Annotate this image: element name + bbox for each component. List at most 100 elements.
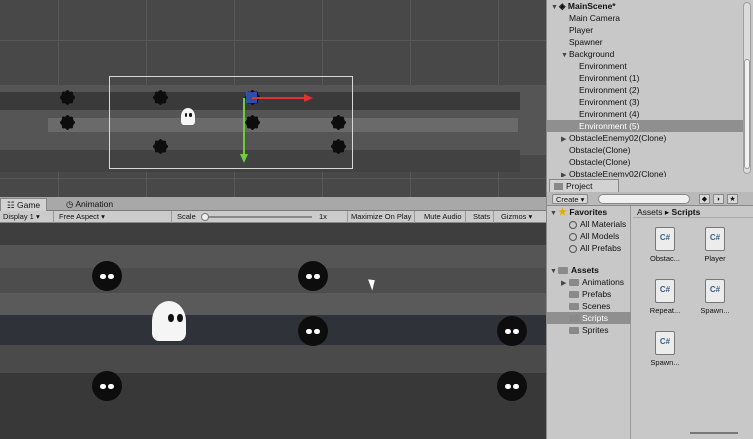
background-band <box>0 315 546 347</box>
favorite-item[interactable]: All Models <box>547 230 631 242</box>
scene-view[interactable] <box>0 0 546 197</box>
breadcrumb-scripts[interactable]: Scripts <box>672 207 701 217</box>
folder-item-prefabs[interactable]: Prefabs <box>547 288 631 300</box>
folder-icon <box>569 279 579 287</box>
mute-audio-button[interactable]: Mute Audio <box>421 211 466 223</box>
hierarchy-item-label: Environment (1) <box>579 73 640 83</box>
mine-obstacle <box>497 371 527 401</box>
favorites-section[interactable]: ▼★ Favorites <box>547 206 631 218</box>
folder-item-animations[interactable]: ▶ Animations <box>547 276 631 288</box>
gizmo-x-arrow-icon <box>304 94 313 102</box>
hierarchy-item-label: Background <box>569 49 615 59</box>
project-tree: ▼★ Favorites All Materials All Models Al… <box>547 206 631 439</box>
gizmos-dropdown[interactable]: Gizmos ▾ <box>498 211 535 223</box>
favorite-item[interactable]: All Materials <box>547 218 631 230</box>
game-toolbar: Display 1 ▾ Free Aspect ▾ Scale 1x Maxim… <box>0 211 546 223</box>
filter-label-icon[interactable]: ◗ <box>713 194 724 204</box>
script-file[interactable]: C# Spawn... <box>645 331 685 379</box>
breadcrumb-assets[interactable]: Assets <box>637 207 663 217</box>
background-band <box>0 345 546 375</box>
scrollbar-thumb[interactable] <box>744 59 750 169</box>
hierarchy-item[interactable]: ▼Background <box>547 48 743 60</box>
assets-section[interactable]: ▼ Assets <box>547 264 631 276</box>
script-file[interactable]: C# Obstac... <box>645 227 685 275</box>
icon-size-slider[interactable] <box>690 432 738 434</box>
game-icon: ☷ <box>7 200 17 210</box>
hierarchy-item[interactable]: Obstacle(Clone) <box>547 156 743 168</box>
favorite-star-icon[interactable]: ★ <box>727 194 738 204</box>
game-view[interactable] <box>0 223 546 439</box>
project-panel: Project Create ▾ ◆ ◗ ★ ▼★ Favorites All … <box>546 177 753 439</box>
breadcrumb: Assets ▸ Scripts <box>633 206 753 218</box>
hierarchy-scrollbar[interactable] <box>743 2 751 174</box>
hierarchy-item[interactable]: Environment <box>547 60 743 72</box>
script-file[interactable]: C# Spawn... <box>695 279 735 327</box>
mine-obstacle <box>92 371 122 401</box>
hierarchy-item[interactable]: Main Camera <box>547 12 743 24</box>
csharp-file-icon: C# <box>655 331 675 355</box>
hierarchy-item[interactable]: Environment (4) <box>547 108 743 120</box>
maximize-on-play-button[interactable]: Maximize On Play <box>347 211 416 223</box>
folder-icon <box>569 327 579 335</box>
scale-value: 1x <box>319 212 327 221</box>
search-icon <box>569 220 577 229</box>
folder-icon <box>558 267 568 275</box>
stats-button[interactable]: Stats <box>470 211 495 223</box>
scale-slider[interactable] <box>208 216 312 218</box>
tab-game[interactable]: ☷ Game <box>0 198 48 211</box>
background-band <box>0 373 546 439</box>
hierarchy-item-label: Environment (5) <box>579 121 640 131</box>
hierarchy-item[interactable]: Player <box>547 24 743 36</box>
search-icon <box>569 244 577 253</box>
move-gizmo[interactable] <box>0 0 546 197</box>
gizmo-y-arrow-icon <box>240 154 248 163</box>
hierarchy-panel: ▼◈ MainScene* Main Camera Player Spawner ▼B… <box>546 0 753 179</box>
hierarchy-item[interactable]: Obstacle(Clone) <box>547 144 743 156</box>
folder-item-scenes[interactable]: Scenes <box>547 300 631 312</box>
hierarchy-item-label: Environment (2) <box>579 85 640 95</box>
tab-project[interactable]: Project <box>549 179 619 192</box>
favorite-item[interactable]: All Prefabs <box>547 242 631 254</box>
script-file[interactable]: C# Repeat... <box>645 279 685 327</box>
hierarchy-item[interactable]: Environment (2) <box>547 84 743 96</box>
hierarchy-item-label: ObstacleEnemy02(Clone) <box>569 133 667 143</box>
folder-icon <box>569 315 579 323</box>
aspect-dropdown[interactable]: Free Aspect ▾ <box>56 211 172 223</box>
search-icon <box>569 232 577 241</box>
hierarchy-item-label: Player <box>569 25 594 35</box>
game-tab-bar: ☷ Game ◷ Animation <box>0 197 546 211</box>
hierarchy-item-label: Environment <box>579 61 627 71</box>
filter-type-icon[interactable]: ◆ <box>699 194 710 204</box>
tab-animation[interactable]: ◷ Animation <box>60 198 119 211</box>
mine-obstacle <box>92 261 122 291</box>
display-dropdown[interactable]: Display 1 ▾ <box>0 211 54 223</box>
hierarchy-item[interactable]: Spawner <box>547 36 743 48</box>
csharp-file-icon: C# <box>655 279 675 303</box>
scale-slider-knob[interactable] <box>201 213 209 221</box>
hierarchy-item-label: Obstacle(Clone) <box>569 157 631 167</box>
scale-label: Scale <box>177 212 196 221</box>
folder-icon <box>554 183 563 190</box>
star-icon: ★ <box>558 207 567 218</box>
mine-obstacle <box>298 316 328 346</box>
csharp-file-icon: C# <box>705 279 725 303</box>
hierarchy-item-label: Obstacle(Clone) <box>569 145 631 155</box>
hierarchy-item-label: Main Camera <box>569 13 621 23</box>
create-dropdown[interactable]: Create ▾ <box>552 194 589 204</box>
project-search-input[interactable] <box>598 194 690 204</box>
script-file[interactable]: C# Player <box>695 227 735 275</box>
hierarchy-item[interactable]: Environment (3) <box>547 96 743 108</box>
folder-item-scripts[interactable]: Scripts <box>547 312 631 324</box>
scene-root[interactable]: ▼◈ MainScene* <box>547 0 743 12</box>
unity-editor: ▼◈ MainScene* Main Camera Player Spawner ▼B… <box>0 0 753 439</box>
folder-item-sprites[interactable]: Sprites <box>547 324 631 336</box>
hierarchy-item[interactable]: Environment (1) <box>547 72 743 84</box>
project-toolbar: Create ▾ ◆ ◗ ★ <box>547 192 753 206</box>
clock-icon: ◷ <box>66 199 76 209</box>
hierarchy-item[interactable]: Environment (5) <box>547 120 743 132</box>
hierarchy-item[interactable]: ▶ ObstacleEnemy02(Clone) <box>547 132 743 144</box>
hierarchy-item-label: Spawner <box>569 37 603 47</box>
folder-icon <box>569 303 579 311</box>
mine-obstacle <box>298 261 328 291</box>
unity-scene-icon: ◈ <box>559 1 568 11</box>
